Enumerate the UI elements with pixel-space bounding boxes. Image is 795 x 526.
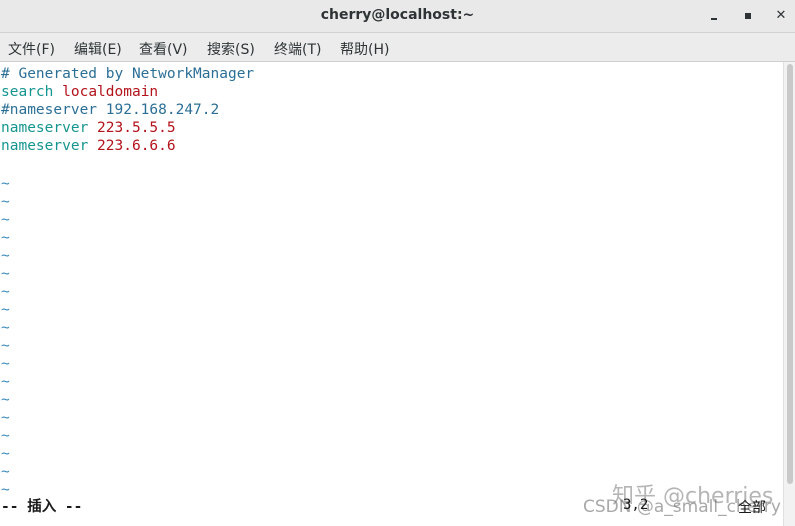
maximize-button[interactable]	[737, 5, 759, 27]
empty-line-tilde: ~	[1, 176, 10, 192]
buffer-line[interactable]: search localdomain	[1, 83, 158, 101]
empty-line-tilde: ~	[1, 410, 10, 426]
buffer-token-keyword: search	[1, 84, 54, 100]
empty-line-tilde: ~	[1, 302, 10, 318]
empty-line-tilde: ~	[1, 374, 10, 390]
menu-file[interactable]: 文件(F)	[8, 39, 55, 59]
buffer-line[interactable]: #nameserver 192.168.247.2	[1, 101, 219, 119]
close-button[interactable]: ✕	[770, 5, 792, 27]
menu-help[interactable]: 帮助(H)	[340, 39, 389, 59]
buffer-token-plain	[88, 138, 97, 154]
menu-search[interactable]: 搜索(S)	[207, 39, 255, 59]
empty-line-tilde: ~	[1, 446, 10, 462]
buffer-token-value: 223.6.6.6	[97, 138, 176, 154]
menu-terminal[interactable]: 终端(T)	[274, 39, 321, 59]
buffer-token-value: localdomain	[62, 84, 159, 100]
buffer-token-comment: #nameserver 192.168.247.2	[1, 102, 220, 118]
maximize-icon	[745, 13, 751, 19]
scrollbar-thumb[interactable]	[787, 64, 793, 484]
empty-line-tilde: ~	[1, 338, 10, 354]
vim-editor[interactable]: # Generated by NetworkManager search loca…	[0, 62, 783, 526]
minimize-button[interactable]	[703, 5, 725, 27]
cursor-position: 3,2	[623, 497, 649, 513]
empty-line-tilde: ~	[1, 266, 10, 282]
terminal-window: cherry@localhost:~ ✕ 文件(F) 编辑(E) 查看(V) 搜…	[0, 0, 795, 526]
empty-line-tilde: ~	[1, 248, 10, 264]
buffer-token-plain	[88, 120, 97, 136]
buffer-line[interactable]: # Generated by NetworkManager	[1, 65, 254, 83]
empty-line-tilde: ~	[1, 284, 10, 300]
empty-line-tilde: ~	[1, 464, 10, 480]
scrollbar[interactable]	[783, 62, 795, 526]
title-bar[interactable]: cherry@localhost:~ ✕	[0, 0, 795, 33]
buffer-token-plain	[53, 84, 62, 100]
menu-view[interactable]: 查看(V)	[139, 39, 188, 59]
menu-edit[interactable]: 编辑(E)	[74, 39, 122, 59]
scroll-position: 全部	[738, 500, 766, 516]
empty-line-tilde: ~	[1, 212, 10, 228]
buffer-token-comment: # Generated by NetworkManager	[1, 66, 255, 82]
window-title: cherry@localhost:~	[320, 7, 475, 23]
minimize-icon	[711, 18, 717, 20]
empty-line-tilde: ~	[1, 230, 10, 246]
buffer-line[interactable]: nameserver 223.5.5.5	[1, 119, 176, 137]
vim-mode-indicator: -- 插入 --	[1, 499, 83, 515]
empty-line-tilde: ~	[1, 320, 10, 336]
menu-bar: 文件(F) 编辑(E) 查看(V) 搜索(S) 终端(T) 帮助(H)	[0, 33, 795, 62]
buffer-line[interactable]: nameserver 223.6.6.6	[1, 137, 176, 155]
buffer-token-keyword: nameserver	[1, 138, 89, 154]
empty-line-tilde: ~	[1, 428, 10, 444]
buffer-token-value: 223.5.5.5	[97, 120, 176, 136]
empty-line-tilde: ~	[1, 392, 10, 408]
empty-line-tilde: ~	[1, 356, 10, 372]
close-icon: ✕	[775, 8, 787, 23]
empty-line-tilde: ~	[1, 194, 10, 210]
buffer-token-keyword: nameserver	[1, 120, 89, 136]
